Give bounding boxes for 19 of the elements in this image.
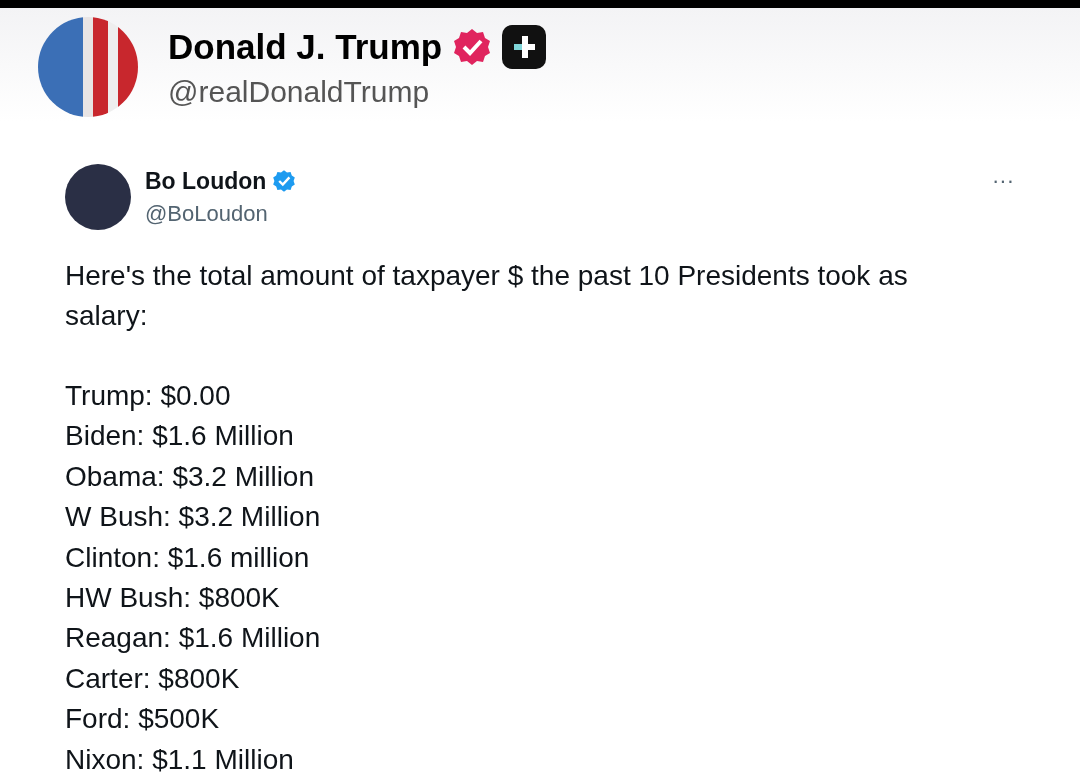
post-text-line: Biden: $1.6 Million [65,419,295,454]
post-text-line: Clinton: $1.6 million [65,540,311,575]
author-handle: @realDonaldTrump [168,75,431,109]
app-logo-icon [502,25,547,69]
post-text-line: Carter: $800K [65,661,241,696]
post-text-line: Ford: $500K [65,702,221,737]
author-name: Bo Loudon [145,167,267,195]
post-text: Here's the total amount of taxpayer $ the past 10 Presidents took as salary: [65,259,909,333]
verified-badge-icon [272,169,297,193]
post-text-line: Obama: $3.2 Million [65,459,315,494]
author-name: Donald J. Trump [168,27,443,67]
more-options-button[interactable]: ··· [992,168,1014,194]
verified-badge-icon [452,27,493,67]
post-text-line: Nixon: $1.1 Million [65,742,295,772]
author-handle: @BoLoudon [145,200,269,227]
post-text-line: W Bush: $3.2 Million [65,500,322,535]
post-text-line: Reagan: $1.6 Million [65,621,322,656]
post-text-line: Trump: $0.00 [65,379,232,413]
post-text-line: HW Bush: $800K [65,581,281,616]
